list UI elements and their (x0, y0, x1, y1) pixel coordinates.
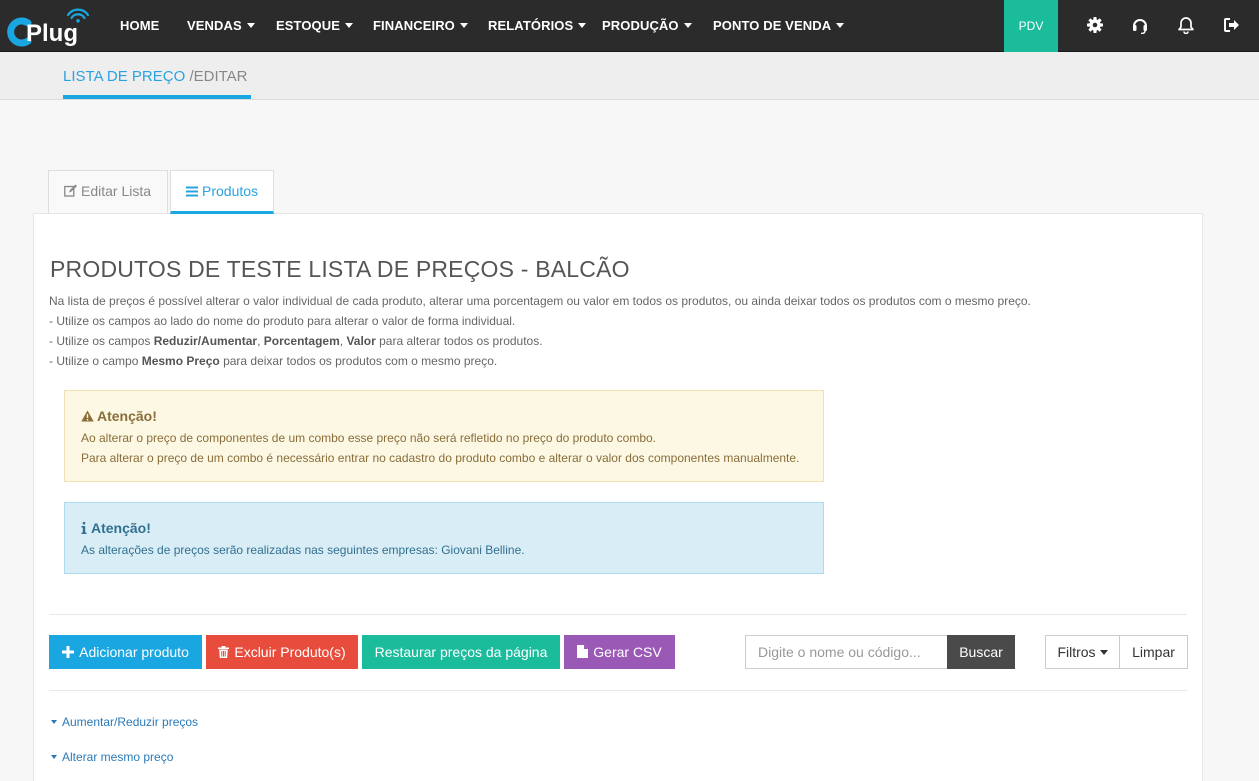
caret-down-icon (683, 23, 692, 28)
tab-editar-lista-label: Editar Lista (81, 183, 152, 199)
caret-down-icon (459, 23, 468, 28)
description-text: , (257, 334, 264, 348)
filters-dropdown-button[interactable]: Filtros (1045, 635, 1120, 669)
description-text: - Utilize o campo (49, 354, 142, 368)
description-text: para alterar todos os produtos. (375, 334, 543, 348)
info-alert-line: As alterações de preços serão realizadas… (81, 543, 525, 557)
nav-vendas[interactable]: VENDAS (187, 0, 255, 52)
clear-filters-button[interactable]: Limpar (1119, 635, 1188, 669)
nav-vendas-label: VENDAS (187, 18, 242, 33)
plus-icon (62, 646, 75, 658)
divider (49, 614, 1187, 615)
info-icon (81, 522, 87, 534)
breadcrumb-underline (63, 95, 251, 99)
info-alert-title-text: Atenção! (91, 520, 151, 536)
gear-icon[interactable] (1086, 16, 1104, 34)
breadcrumb: LISTA DE PREÇO /EDITAR (63, 68, 248, 85)
breadcrumb-current: EDITAR (193, 68, 248, 85)
breadcrumb-bar: LISTA DE PREÇO /EDITAR (0, 52, 1259, 100)
nav-estoque[interactable]: ESTOQUE (276, 0, 354, 52)
filters-label: Filtros (1057, 644, 1096, 660)
warning-alert-title-text: Atenção! (97, 408, 157, 424)
description-bold: Reduzir/Aumentar (153, 334, 258, 348)
nav-estoque-label: ESTOQUE (276, 18, 341, 33)
restore-prices-button[interactable]: Restaurar preços da página (362, 635, 560, 669)
top-navbar: Plug HOME VENDAS ESTOQUE FINANCEIRO RELA… (0, 0, 1259, 52)
svg-text:Plug: Plug (26, 20, 78, 47)
nav-home-label: HOME (120, 18, 160, 33)
same-price-toggle[interactable]: Alterar mesmo preço (51, 750, 173, 764)
warning-alert-line: Para alterar o preço de um combo é neces… (81, 451, 800, 465)
tab-produtos-label: Produtos (202, 183, 259, 199)
same-price-label: Alterar mesmo preço (62, 750, 174, 764)
trash-icon (218, 646, 230, 658)
description-line: - Utilize os campos Reduzir/Aumentar, Po… (49, 334, 543, 348)
nav-relatorios-label: RELATÓRIOS (488, 18, 574, 33)
breadcrumb-parent[interactable]: LISTA DE PREÇO (63, 68, 185, 85)
search-button[interactable]: Buscar (947, 635, 1015, 669)
pdv-button[interactable]: PDV (1004, 0, 1058, 52)
delete-products-button[interactable]: Excluir Produto(s) (206, 635, 358, 669)
caret-down-icon (1099, 650, 1108, 655)
description-bold: Mesmo Preço (141, 354, 220, 368)
warning-triangle-icon (81, 410, 94, 422)
list-icon (186, 186, 198, 197)
nav-relatorios[interactable]: RELATÓRIOS (488, 0, 587, 52)
nav-producao[interactable]: PRODUÇÃO (602, 0, 692, 52)
page-title: PRODUTOS DE TESTE LISTA DE PREÇOS - BALC… (50, 256, 630, 282)
headset-icon[interactable] (1131, 16, 1149, 34)
caret-down-icon (51, 720, 57, 724)
generate-csv-label: Gerar CSV (593, 644, 662, 660)
bell-icon[interactable] (1177, 16, 1195, 34)
description-line: - Utilize o campo Mesmo Preço para deixa… (49, 354, 497, 368)
search-input[interactable] (745, 635, 947, 669)
description-bold: Porcentagem (263, 334, 340, 348)
tab-produtos[interactable]: Produtos (170, 170, 274, 214)
nav-producao-label: PRODUÇÃO (602, 18, 679, 33)
warning-alert: Atenção! Ao alterar o preço de component… (64, 390, 824, 482)
caret-down-icon (836, 23, 845, 28)
caret-down-icon (246, 23, 255, 28)
warning-alert-line: Ao alterar o preço de componentes de um … (81, 431, 657, 445)
description-line: Na lista de preços é possível alterar o … (49, 294, 1031, 308)
logout-icon[interactable] (1222, 16, 1240, 34)
cplug-logo[interactable]: Plug (6, 3, 98, 49)
tab-editar-lista[interactable]: Editar Lista (48, 170, 168, 214)
nav-ponto-de-venda-label: PONTO DE VENDA (713, 18, 832, 33)
description-text: - Utilize os campos (49, 334, 154, 348)
caret-down-icon (578, 23, 587, 28)
warning-alert-title: Atenção! (81, 408, 157, 424)
file-icon (577, 645, 589, 658)
description-line: - Utilize os campos ao lado do nome do p… (49, 314, 516, 328)
description-text: para deixar todos os produtos com o mesm… (219, 354, 498, 368)
add-product-label: Adicionar produto (79, 644, 189, 660)
divider (49, 690, 1187, 691)
info-alert-title: Atenção! (81, 520, 151, 536)
generate-csv-button[interactable]: Gerar CSV (564, 635, 675, 669)
nav-ponto-de-venda[interactable]: PONTO DE VENDA (713, 0, 845, 52)
info-alert: Atenção! As alterações de preços serão r… (64, 502, 824, 574)
caret-down-icon (51, 755, 57, 759)
edit-icon (64, 184, 77, 197)
add-product-button[interactable]: Adicionar produto (49, 635, 202, 669)
nav-financeiro[interactable]: FINANCEIRO (373, 0, 468, 52)
description-bold: Valor (346, 334, 376, 348)
nav-home[interactable]: HOME (120, 0, 159, 52)
caret-down-icon (345, 23, 354, 28)
delete-products-label: Excluir Produto(s) (234, 644, 346, 660)
increase-reduce-prices-label: Aumentar/Reduzir preços (62, 715, 199, 729)
nav-financeiro-label: FINANCEIRO (373, 18, 455, 33)
increase-reduce-prices-toggle[interactable]: Aumentar/Reduzir preços (51, 715, 198, 729)
